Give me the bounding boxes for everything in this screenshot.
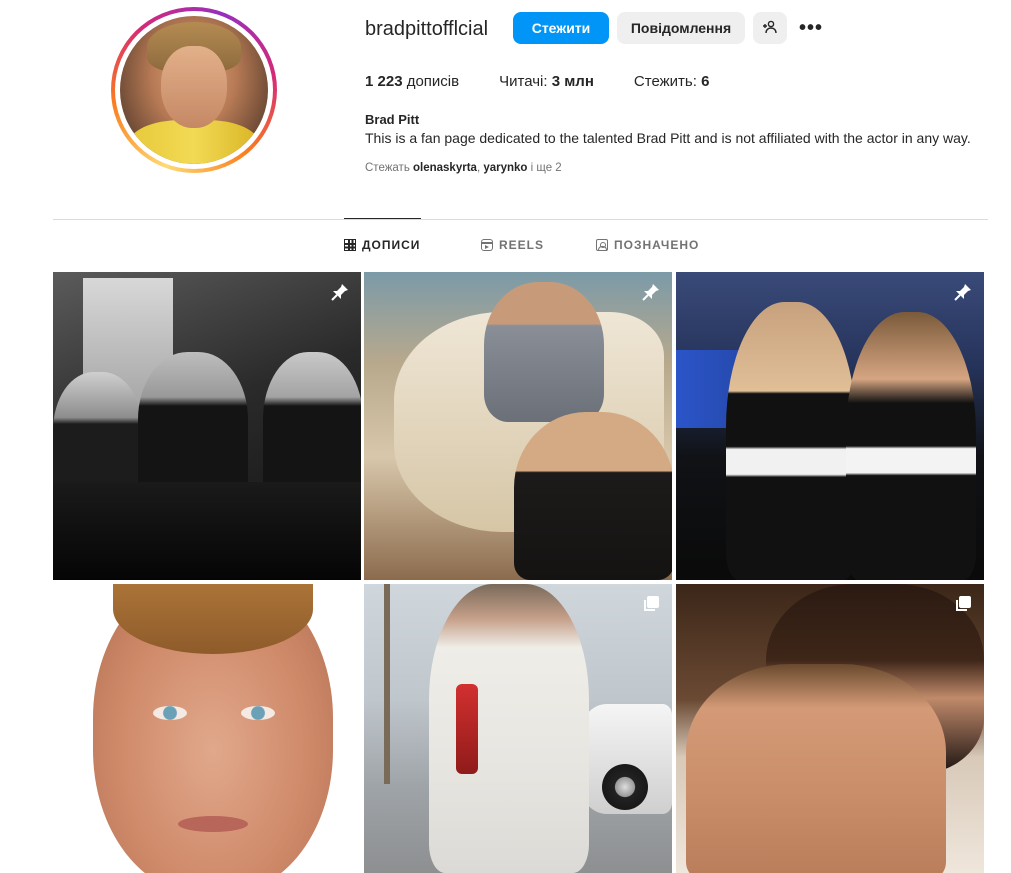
post-thumbnail[interactable] [53, 272, 361, 580]
following-label: Стежить: [633, 73, 702, 90]
post-image-detail [514, 412, 672, 580]
post-image-detail [384, 584, 390, 784]
profile-avatar[interactable] [111, 7, 277, 173]
post-image-detail [602, 764, 648, 810]
post-thumbnail[interactable] [53, 584, 361, 873]
carousel-icon [952, 593, 974, 615]
post-thumbnail[interactable] [364, 272, 672, 580]
tab-tagged-label: ПОЗНАЧЕНО [614, 238, 700, 252]
profile-stats: 1 223 дописів Читачі: 3 млн Стежить: 6 [365, 73, 749, 90]
posts-count: 1 223 дописів [365, 73, 459, 90]
grid-icon [344, 239, 356, 251]
tab-posts-label: ДОПИСИ [362, 238, 421, 252]
profile-tabs: ДОПИСИ REELS ПОЗНАЧЕНО [53, 238, 988, 256]
profile-username: bradpittofflcial [365, 18, 489, 40]
avatar-face [161, 45, 227, 129]
tab-reels[interactable]: REELS [481, 238, 544, 252]
following-count[interactable]: Стежить: 6 [634, 73, 710, 90]
post-image-detail [241, 706, 275, 720]
post-image-detail [153, 706, 187, 720]
carousel-icon [329, 593, 351, 615]
suggested-accounts-button[interactable] [753, 12, 787, 44]
post-image-detail [456, 684, 478, 774]
post-image-detail [178, 816, 248, 832]
add-person-icon [762, 19, 778, 38]
tab-tagged[interactable]: ПОЗНАЧЕНО [596, 238, 699, 252]
message-button[interactable]: Повідомлення [617, 12, 745, 44]
followers-count[interactable]: Читачі: 3 млн [499, 73, 594, 90]
posts-count-label: дописів [402, 73, 460, 90]
post-image-detail [484, 282, 604, 422]
pin-icon [952, 281, 974, 303]
following-value: 6 [701, 73, 710, 90]
profile-full-name: Brad Pitt [365, 112, 420, 127]
post-thumbnail[interactable] [364, 584, 672, 873]
followers-label: Читачі: [499, 73, 552, 90]
carousel-icon [640, 593, 662, 615]
active-tab-indicator [344, 218, 421, 219]
post-image-detail [686, 664, 946, 873]
follow-button[interactable]: Стежити [513, 12, 609, 44]
tagged-icon [596, 239, 608, 251]
tab-posts[interactable]: ДОПИСИ [344, 238, 420, 252]
followed-by-user[interactable]: olenaskyrta [413, 162, 477, 174]
pin-icon [640, 281, 662, 303]
followers-value: 3 млн [551, 73, 594, 90]
followed-by[interactable]: Стежать olenaskyrta, yarynko і ще 2 [365, 162, 562, 174]
post-thumbnail[interactable] [676, 584, 984, 873]
followed-by-suffix: і ще 2 [527, 162, 562, 174]
followed-by-prefix: Стежать [365, 162, 413, 174]
tab-reels-label: REELS [499, 238, 545, 252]
tabs-divider [53, 219, 988, 220]
avatar-border [115, 11, 273, 169]
profile-bio: This is a fan page dedicated to the tale… [365, 130, 971, 146]
post-image-detail [53, 482, 361, 580]
post-image-detail [846, 312, 976, 580]
avatar-image [120, 16, 268, 164]
pin-icon [329, 281, 351, 303]
posts-count-value: 1 223 [365, 73, 403, 90]
post-image-detail [429, 584, 589, 873]
post-image-detail [138, 352, 248, 502]
reels-icon [481, 239, 493, 251]
more-options-button[interactable]: ••• [795, 12, 827, 44]
post-image-detail [726, 302, 856, 580]
followed-by-user[interactable]: yarynko [483, 162, 527, 174]
post-thumbnail[interactable] [676, 272, 984, 580]
post-image-detail [263, 352, 361, 502]
